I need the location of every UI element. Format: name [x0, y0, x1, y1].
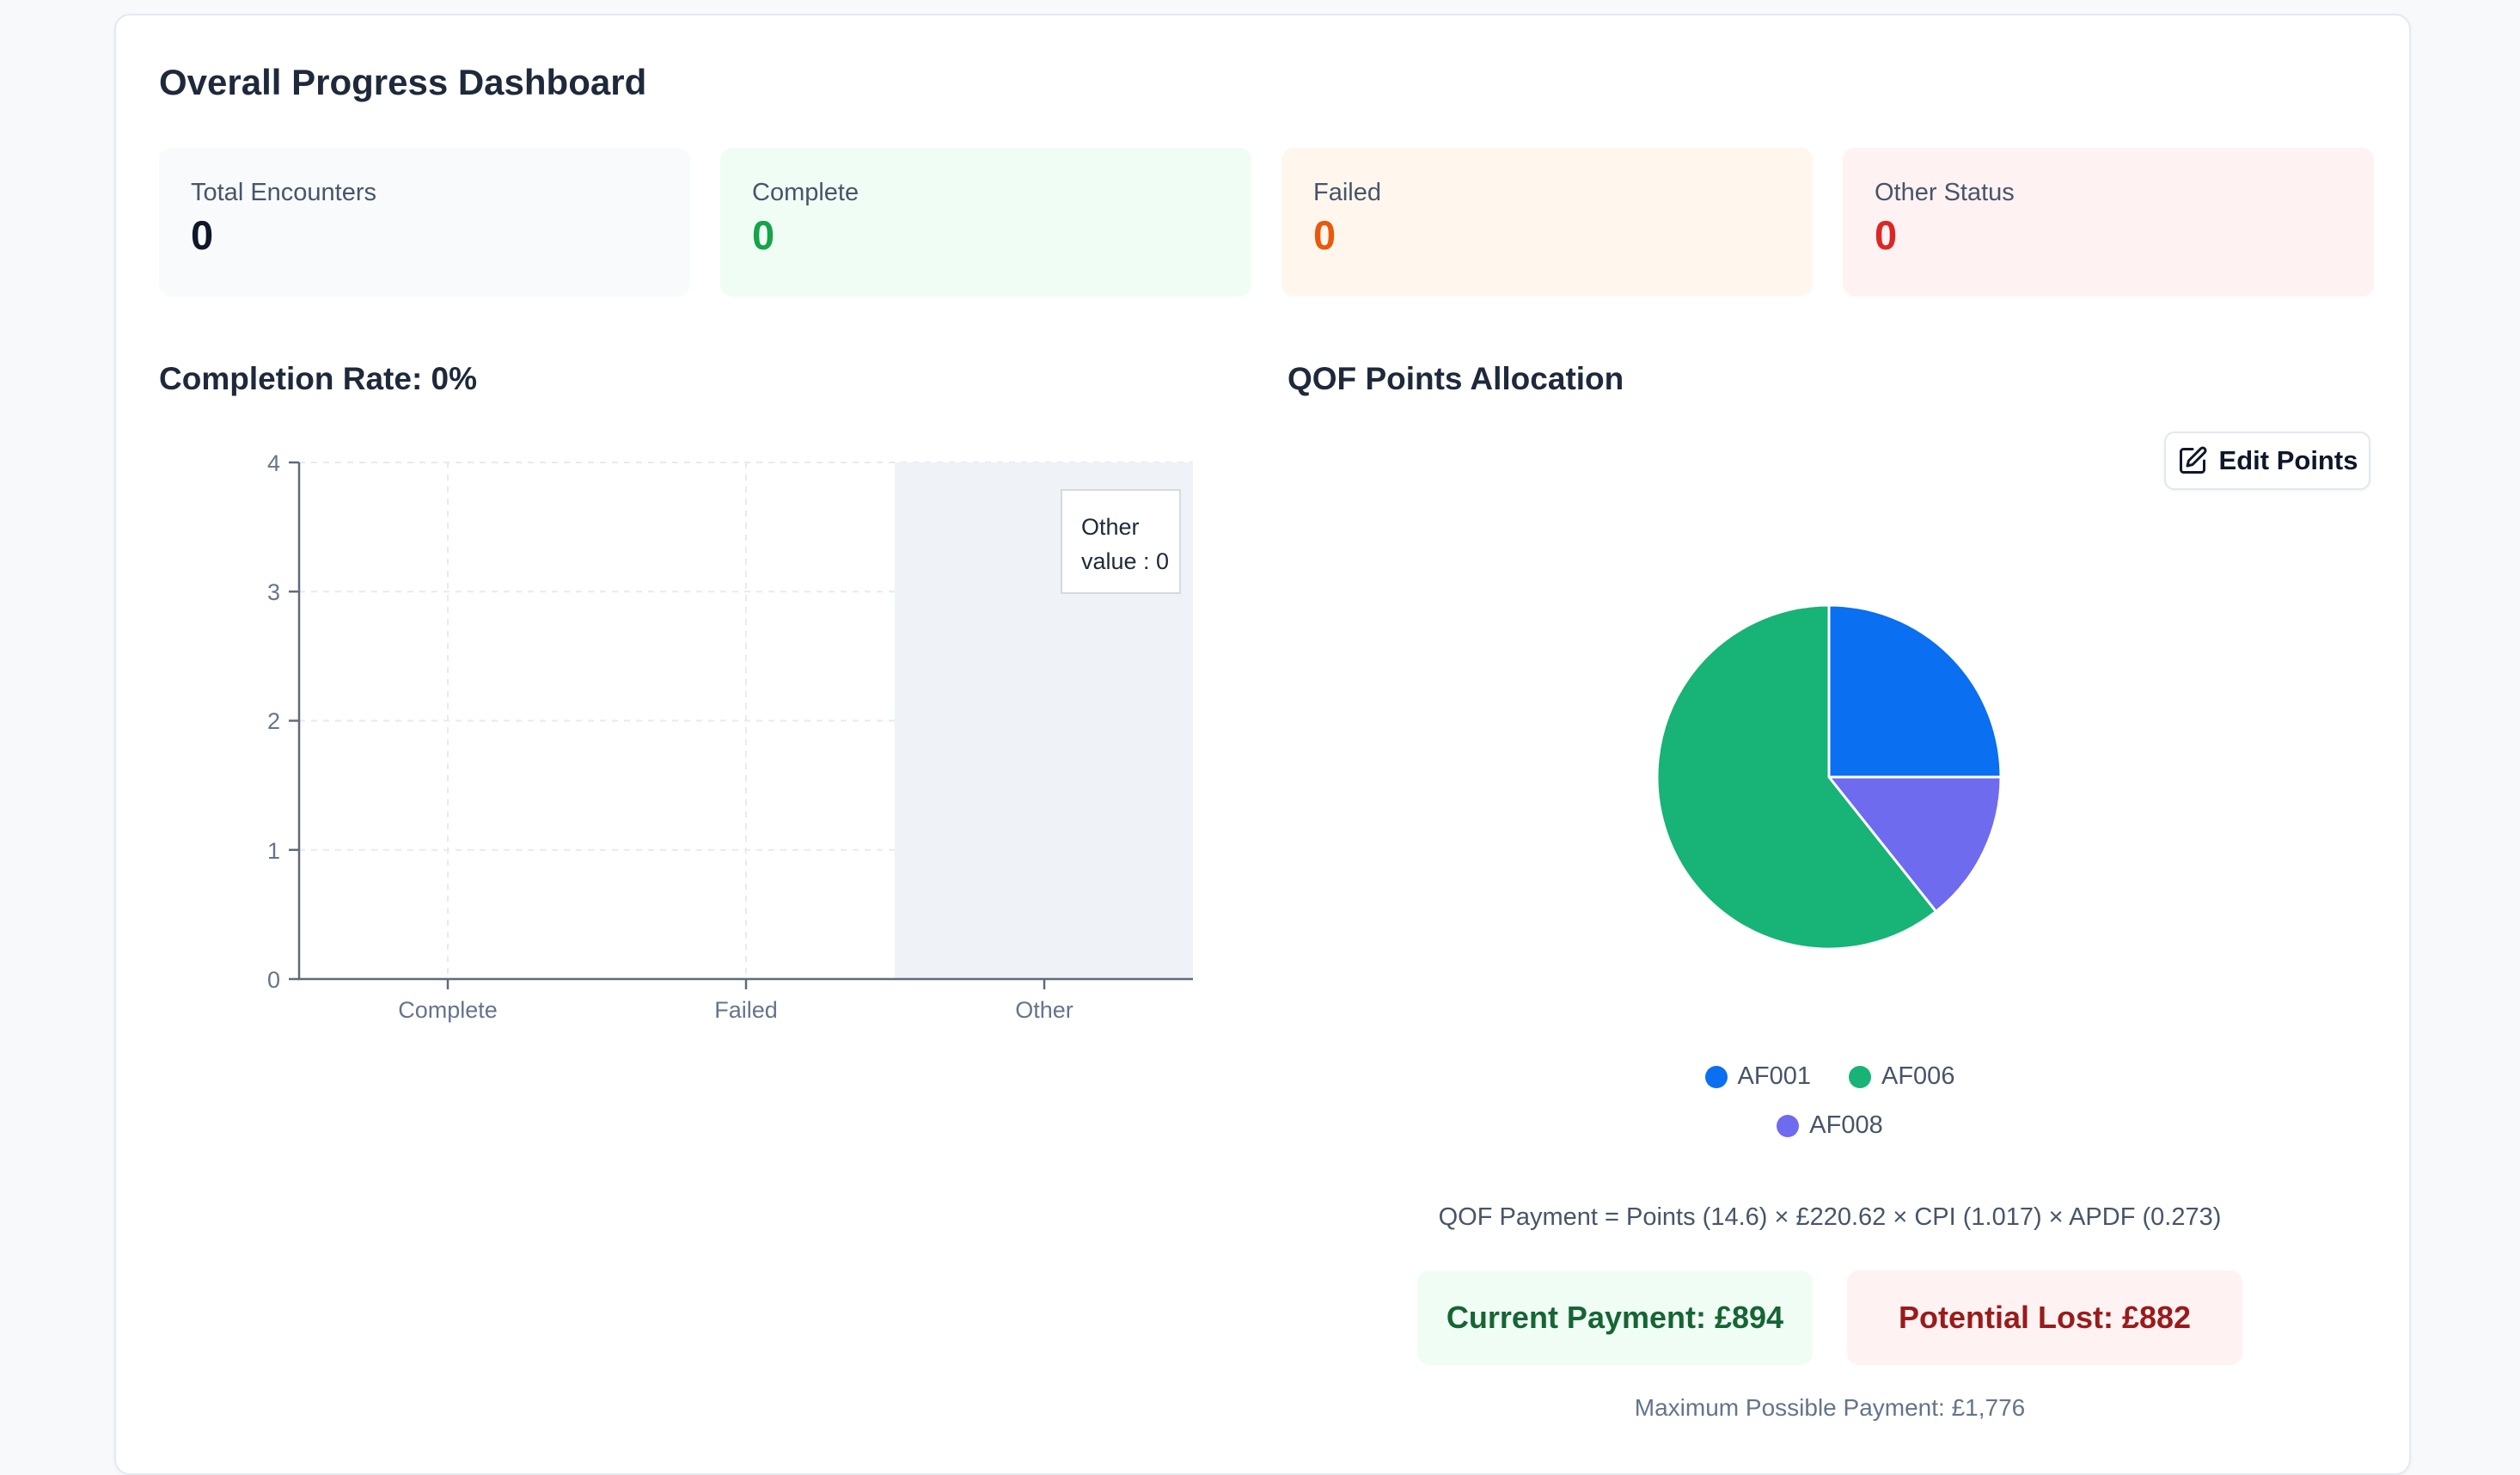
qof-heading: QOF Points Allocation: [1288, 361, 1624, 396]
stat-label: Total Encounters: [191, 179, 377, 206]
legend-dot-green: [1849, 1065, 1871, 1088]
y-tick-3: 3: [267, 579, 280, 605]
y-tick-1: 1: [267, 838, 280, 864]
completion-rate-heading: Completion Rate: 0%: [159, 361, 478, 396]
stat-label: Failed: [1313, 179, 1381, 206]
y-tick-labels: 4 3 2 1 0: [267, 450, 280, 993]
stat-card-failed: Failed 0: [1281, 148, 1813, 297]
current-payment-box: Current Payment: £894: [1417, 1270, 1813, 1365]
payment-summary-row: Current Payment: £894 Potential Lost: £8…: [1288, 1270, 2372, 1365]
stat-card-complete: Complete 0: [720, 148, 1251, 297]
stat-value: 0: [1313, 212, 1336, 258]
potential-lost-box: Potential Lost: £882: [1847, 1270, 2242, 1365]
qof-payment-formula: QOF Payment = Points (14.6) × £220.62 × …: [1438, 1203, 2222, 1231]
legend-item-af006: AF006: [1849, 1062, 1954, 1091]
y-tick-4: 4: [267, 450, 280, 476]
stat-value: 0: [191, 212, 214, 258]
y-tick-0: 0: [267, 967, 280, 993]
legend-label: AF008: [1809, 1111, 1883, 1139]
x-tick-complete: Complete: [398, 997, 498, 1023]
chart-tooltip: Other value : 0: [1061, 489, 1181, 594]
legend-row-2: AF008: [1777, 1111, 1883, 1140]
pie-slice-af001[interactable]: [1827, 603, 2003, 779]
stat-card-total: Total Encounters 0: [159, 148, 690, 297]
legend-item-af001: AF001: [1704, 1062, 1811, 1091]
edit-points-button[interactable]: Edit Points: [2164, 431, 2370, 490]
stat-value: 0: [1875, 212, 1898, 258]
tooltip-value: value : 0: [1081, 548, 1170, 574]
edit-pencil-icon: [2179, 446, 2207, 474]
stat-label: Other Status: [1875, 179, 2015, 206]
x-tick-other: Other: [1015, 997, 1073, 1023]
edit-points-label: Edit Points: [2218, 445, 2358, 475]
page-title: Overall Progress Dashboard: [159, 62, 647, 102]
legend-label: AF006: [1881, 1062, 1955, 1090]
legend-dot-purple: [1777, 1114, 1800, 1137]
qof-pie-svg[interactable]: [1635, 583, 2023, 971]
stat-card-other: Other Status 0: [1843, 148, 2374, 297]
pie-legend: AF001 AF006 AF008: [1288, 1062, 2372, 1140]
legend-label: AF001: [1737, 1062, 1811, 1090]
legend-item-af008: AF008: [1777, 1111, 1883, 1140]
y-tick-2: 2: [267, 708, 280, 734]
x-tick-failed: Failed: [714, 997, 778, 1023]
max-payment-text: Maximum Possible Payment: £1,776: [1634, 1394, 2026, 1421]
stat-label: Complete: [752, 179, 859, 206]
legend-row-1: AF001 AF006: [1704, 1062, 1954, 1091]
x-tick-labels: Complete Failed Other: [398, 997, 1073, 1023]
tooltip-label: Other: [1081, 514, 1140, 540]
stat-value: 0: [752, 212, 775, 258]
dashboard-card: Overall Progress Dashboard Total Encount…: [114, 14, 2411, 1475]
legend-dot-blue: [1704, 1065, 1728, 1088]
